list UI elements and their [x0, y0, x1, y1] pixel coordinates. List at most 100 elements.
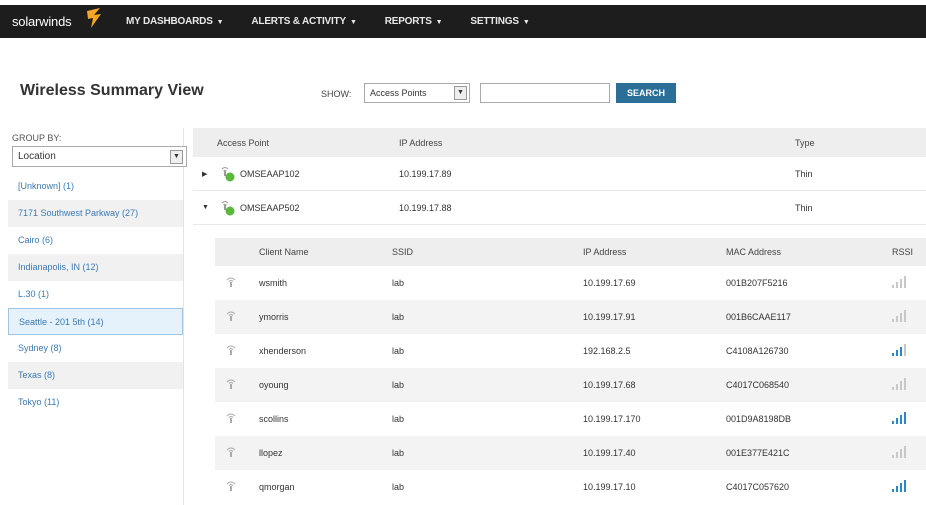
- group-by-sidebar: GROUP BY: Location ▼ [Unknown] (1) 7171 S…: [8, 128, 187, 505]
- client-row[interactable]: ymorris lab 10.199.17.91 001B6CAAE117: [215, 300, 926, 334]
- client-name[interactable]: ymorris: [259, 312, 289, 322]
- main-nav: MY DASHBOARDS ▼ ALERTS & ACTIVITY ▼ REPORT…: [126, 16, 558, 27]
- group-item[interactable]: [Unknown] (1): [8, 173, 183, 200]
- client-name[interactable]: llopez: [259, 448, 283, 458]
- client-mac: C4017C068540: [726, 380, 790, 390]
- ap-ip: 10.199.17.88: [399, 202, 452, 213]
- client-row[interactable]: scollins lab 10.199.17.170 001D9A8198DB: [215, 402, 926, 436]
- client-mac: C4017C057620: [726, 482, 790, 492]
- chevron-down-icon: ▼: [349, 19, 357, 26]
- column-header-type[interactable]: Type: [795, 138, 815, 148]
- wireless-client-icon: [225, 276, 237, 290]
- client-ip: 10.199.17.68: [583, 380, 636, 390]
- group-item[interactable]: Tokyo (11): [8, 389, 183, 416]
- group-item[interactable]: Indianapolis, IN (12): [8, 254, 183, 281]
- nav-label: MY DASHBOARDS: [126, 16, 213, 27]
- ap-row[interactable]: ▼ OMSEAAP502 10.199.17.88 Thin: [193, 191, 926, 225]
- ap-row[interactable]: ▶ OMSEAAP102 10.199.17.89 Thin: [193, 157, 926, 191]
- client-ip: 10.199.17.170: [583, 414, 641, 424]
- nav-label: ALERTS & ACTIVITY: [251, 16, 346, 27]
- client-ip: 10.199.17.40: [583, 448, 636, 458]
- group-item[interactable]: 7171 Southwest Parkway (27): [8, 200, 183, 227]
- signal-strength-icon: [891, 445, 907, 461]
- column-header-mac-address[interactable]: MAC Address: [726, 247, 781, 257]
- logo-flame-icon: [87, 8, 101, 28]
- nav-my-dashboards[interactable]: MY DASHBOARDS ▼: [126, 16, 224, 27]
- nav-settings[interactable]: SETTINGS ▼: [470, 16, 529, 27]
- client-name[interactable]: qmorgan: [259, 482, 295, 492]
- signal-strength-icon: [891, 275, 907, 291]
- show-select-value: Access Points: [370, 88, 427, 98]
- client-name[interactable]: xhenderson: [259, 346, 306, 356]
- ap-name[interactable]: OMSEAAP102: [240, 169, 400, 179]
- client-mac: 001B207F5216: [726, 278, 788, 288]
- nav-alerts-activity[interactable]: ALERTS & ACTIVITY ▼: [251, 16, 357, 27]
- ap-table-header: Access Point IP Address Type: [193, 128, 926, 157]
- signal-strength-icon: [891, 343, 907, 359]
- column-header-rssi[interactable]: RSSI: [892, 247, 913, 257]
- search-input[interactable]: [480, 83, 610, 103]
- wireless-client-icon: [225, 310, 237, 324]
- search-button[interactable]: SEARCH: [616, 83, 676, 103]
- wireless-client-icon: [225, 412, 237, 426]
- client-mac: 001D9A8198DB: [726, 414, 792, 424]
- client-ssid: lab: [392, 278, 405, 288]
- client-row[interactable]: wsmith lab 10.199.17.69 001B207F5216: [215, 266, 926, 300]
- column-header-client-name[interactable]: Client Name: [259, 247, 309, 257]
- client-ssid: lab: [392, 312, 405, 322]
- client-ip: 10.199.17.10: [583, 482, 636, 492]
- access-point-icon: [220, 166, 236, 182]
- column-header-access-point[interactable]: Access Point: [217, 138, 269, 148]
- client-mac: 001B6CAAE117: [726, 312, 791, 322]
- show-label: SHOW:: [321, 89, 352, 99]
- group-by-label: GROUP BY:: [12, 133, 62, 143]
- wireless-client-icon: [225, 378, 237, 392]
- signal-strength-icon: [891, 479, 907, 495]
- group-item[interactable]: Cairo (6): [8, 227, 183, 254]
- client-row[interactable]: qmorgan lab 10.199.17.10 C4017C057620: [215, 470, 926, 504]
- client-ip: 192.168.2.5: [583, 346, 631, 356]
- top-nav-bar: solarwinds MY DASHBOARDS ▼ ALERTS & ACTIV…: [0, 5, 926, 38]
- group-item[interactable]: Seattle - 201 5th (14): [8, 308, 183, 335]
- group-item[interactable]: L.30 (1): [8, 281, 183, 308]
- nav-reports[interactable]: REPORTS ▼: [385, 16, 443, 27]
- group-by-select-value: Location: [18, 151, 56, 162]
- signal-strength-icon: [891, 411, 907, 427]
- client-row[interactable]: oyoung lab 10.199.17.68 C4017C068540: [215, 368, 926, 402]
- wireless-client-icon: [225, 480, 237, 494]
- column-header-client-ip[interactable]: IP Address: [583, 247, 626, 257]
- ap-ip: 10.199.17.89: [399, 168, 452, 179]
- triangle-right-icon[interactable]: ▶: [202, 170, 212, 178]
- signal-strength-icon: [891, 309, 907, 325]
- client-row[interactable]: llopez lab 10.199.17.40 001E377E421C: [215, 436, 926, 470]
- show-select[interactable]: Access Points ▼: [364, 83, 470, 103]
- client-ssid: lab: [392, 346, 405, 356]
- client-name[interactable]: oyoung: [259, 380, 289, 390]
- group-item[interactable]: Texas (8): [8, 362, 183, 389]
- client-table: Client Name SSID IP Address MAC Address …: [215, 238, 926, 505]
- access-point-table: Access Point IP Address Type ▶ OMSEAAP102…: [193, 128, 926, 505]
- solarwinds-logo[interactable]: solarwinds: [12, 5, 102, 38]
- client-ip: 10.199.17.91: [583, 312, 636, 322]
- nav-label: SETTINGS: [470, 16, 519, 27]
- client-ssid: lab: [392, 482, 405, 492]
- access-point-icon: [220, 200, 236, 216]
- column-header-ip-address[interactable]: IP Address: [399, 138, 442, 148]
- triangle-down-icon[interactable]: ▼: [202, 204, 212, 211]
- client-name[interactable]: scollins: [259, 414, 289, 424]
- ap-type: Thin: [795, 202, 813, 213]
- group-list: [Unknown] (1) 7171 Southwest Parkway (27)…: [8, 173, 183, 416]
- signal-strength-icon: [891, 377, 907, 393]
- client-rows: wsmith lab 10.199.17.69 001B207F5216 ymorris…: [215, 266, 926, 504]
- chevron-down-icon[interactable]: ▼: [454, 86, 467, 100]
- wireless-client-icon: [225, 446, 237, 460]
- chevron-down-icon[interactable]: ▼: [170, 150, 183, 164]
- column-header-ssid[interactable]: SSID: [392, 247, 413, 257]
- client-ssid: lab: [392, 448, 405, 458]
- client-row[interactable]: xhenderson lab 192.168.2.5 C4108A126730: [215, 334, 926, 368]
- group-by-select[interactable]: Location ▼: [12, 146, 187, 167]
- client-name[interactable]: wsmith: [259, 278, 287, 288]
- ap-name[interactable]: OMSEAAP502: [240, 203, 400, 213]
- group-item[interactable]: Sydney (8): [8, 335, 183, 362]
- nav-label: REPORTS: [384, 16, 432, 27]
